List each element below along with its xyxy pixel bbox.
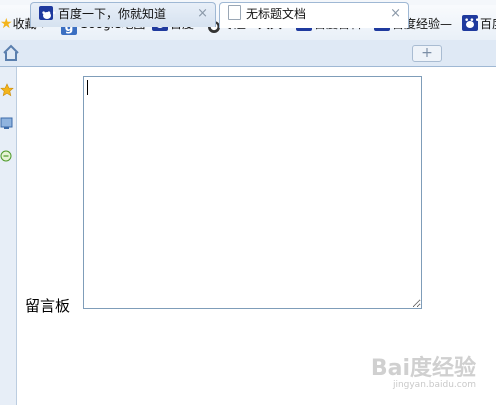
star-icon: ★ [0, 16, 13, 32]
baidu-paw-icon [39, 3, 57, 25]
tab-title: 无标题文档 [246, 7, 307, 21]
baidu-paw-icon [462, 12, 480, 31]
document-icon [228, 5, 241, 20]
text-cursor [87, 80, 88, 95]
new-tab-button[interactable]: + [412, 45, 442, 62]
chat-icon[interactable] [0, 149, 14, 163]
side-panel [0, 67, 17, 405]
message-board-label: 留言板 [25, 297, 71, 315]
home-icon[interactable] [1, 43, 21, 63]
watermark-url: jingyan.baidu.com [392, 380, 476, 390]
tab-untitled-document[interactable]: 无标题文档 × [219, 2, 409, 28]
favorites-star-icon[interactable] [0, 83, 14, 97]
screen-icon[interactable] [0, 116, 14, 130]
bookmark-baidu-2[interactable]: 百度 [462, 12, 496, 33]
baidu-jingyan-watermark: Bai度经验 jingyan.baidu.com [366, 350, 476, 390]
tab-baidu[interactable]: 百度一下，你就知道 × [30, 2, 216, 27]
tab-title: 百度一下，你就知道 [58, 7, 167, 21]
watermark-logo: Bai度经验 [370, 356, 476, 381]
close-icon[interactable]: × [390, 3, 401, 25]
close-icon[interactable]: × [197, 3, 208, 25]
bookmark-label: 百度 [480, 17, 496, 31]
message-textarea[interactable] [83, 76, 422, 309]
